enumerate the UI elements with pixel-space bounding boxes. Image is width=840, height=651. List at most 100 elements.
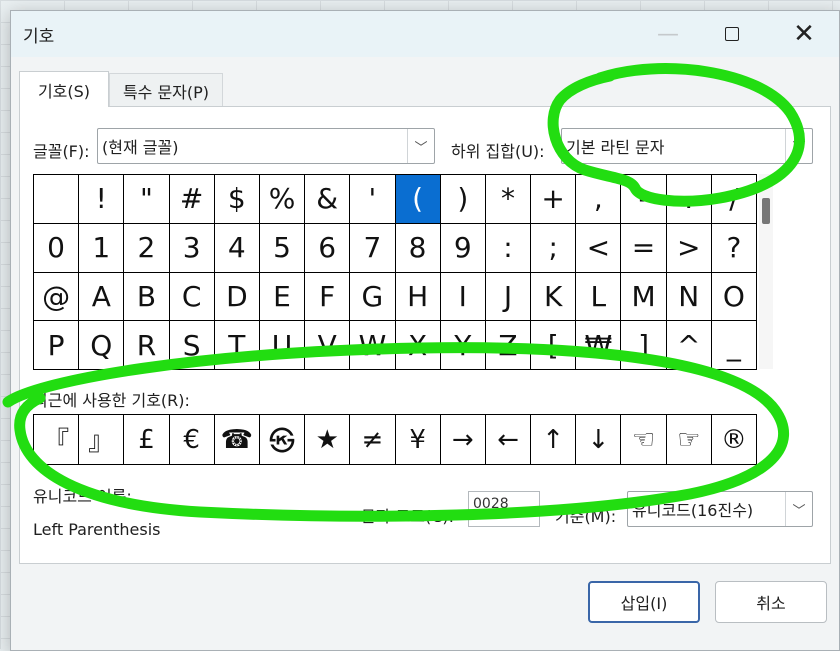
symbol-cell[interactable]: H <box>395 272 441 322</box>
recent-symbol-cell[interactable]: € <box>169 415 215 465</box>
subset-select[interactable]: 기본 라틴 문자 ﹀ <box>561 128 813 164</box>
symbol-cell[interactable]: V <box>305 321 351 370</box>
recent-symbol-cell[interactable]: ↑ <box>531 415 577 465</box>
symbol-cell[interactable]: L <box>576 272 622 322</box>
symbol-cell[interactable]: G <box>350 272 396 322</box>
symbol-cell[interactable]: K <box>531 272 577 322</box>
symbol-cell[interactable]: ! <box>79 175 125 224</box>
tab-special-characters[interactable]: 특수 문자(P) <box>109 73 223 107</box>
symbol-cell[interactable]: Y <box>440 321 486 370</box>
symbol-cell[interactable]: @ <box>34 272 80 322</box>
symbol-cell[interactable]: = <box>621 223 667 273</box>
recent-symbol-cell[interactable]: → <box>440 415 486 465</box>
recent-symbols-grid: 『』 £ € ☎ ㉿ ★ ≠ ¥ → ← ↑ ↓ ☜ ☞ ® <box>33 414 757 465</box>
symbol-cell[interactable]: ? <box>711 223 757 273</box>
symbol-cell[interactable]: % <box>259 175 306 224</box>
basis-select[interactable]: 유니코드(16진수) ﹀ <box>627 491 813 527</box>
recent-symbol-cell[interactable]: ≠ <box>350 415 396 465</box>
symbol-cell[interactable]: P <box>34 321 80 370</box>
symbol-cell[interactable]: R <box>124 321 170 370</box>
symbol-cell[interactable]: ^ <box>666 321 712 370</box>
symbol-cell[interactable]: U <box>259 321 306 370</box>
symbol-cell[interactable]: O <box>711 272 757 322</box>
symbol-cell[interactable]: J <box>485 272 532 322</box>
symbol-cell[interactable]: + <box>531 175 577 224</box>
recent-symbol-cell[interactable]: ☜ <box>621 415 667 465</box>
symbol-cell[interactable]: A <box>79 272 125 322</box>
symbol-cell[interactable]: F <box>305 272 351 322</box>
symbol-cell[interactable] <box>34 175 80 224</box>
symbol-cell[interactable]: ] <box>621 321 667 370</box>
recent-symbol-cell[interactable]: ☞ <box>666 415 712 465</box>
symbol-cell[interactable]: 6 <box>305 223 351 273</box>
symbol-cell[interactable]: * <box>485 175 532 224</box>
cancel-button[interactable]: 취소 <box>715 581 827 623</box>
symbol-cell[interactable]: ; <box>531 223 577 273</box>
close-button[interactable]: ✕ <box>773 11 835 57</box>
recent-symbol-cell[interactable]: 『 <box>34 415 80 465</box>
symbol-cell[interactable]: T <box>214 321 260 370</box>
symbol-cell[interactable]: - <box>621 175 667 224</box>
symbol-grid-scrollbar[interactable] <box>759 174 773 369</box>
symbol-cell[interactable]: > <box>666 223 712 273</box>
symbol-cell[interactable]: ₩ <box>576 321 622 370</box>
symbol-cell[interactable]: X <box>395 321 441 370</box>
symbol-dialog: 기호 — ✕ 기호(S) 특수 문자(P) 글꼴(F): (현재 글꼴) ﹀ 하… <box>10 10 840 651</box>
symbol-cell[interactable]: 1 <box>79 223 125 273</box>
symbol-cell[interactable]: M <box>621 272 667 322</box>
scrollbar-thumb[interactable] <box>762 198 770 224</box>
maximize-button[interactable] <box>701 11 763 57</box>
symbol-cell[interactable]: _ <box>711 321 757 370</box>
symbol-cell[interactable]: W <box>350 321 396 370</box>
symbol-cell[interactable]: 7 <box>350 223 396 273</box>
symbol-cell-selected[interactable]: ( <box>395 175 441 224</box>
symbol-cell[interactable]: D <box>214 272 260 322</box>
insert-button[interactable]: 삽입(I) <box>588 581 700 623</box>
symbol-cell[interactable]: ' <box>350 175 396 224</box>
unicode-name-value: Left Parenthesis <box>33 520 161 539</box>
symbol-cell[interactable]: # <box>169 175 215 224</box>
symbol-cell[interactable]: 3 <box>169 223 215 273</box>
symbol-cell[interactable]: 2 <box>124 223 170 273</box>
symbol-cell[interactable]: < <box>576 223 622 273</box>
unicode-name-label: 유니코드 이름: <box>33 487 132 506</box>
symbol-cell[interactable]: Z <box>485 321 532 370</box>
symbol-cell[interactable]: / <box>711 175 757 224</box>
recent-symbol-cell[interactable]: ★ <box>305 415 351 465</box>
symbol-cell[interactable]: 0 <box>34 223 80 273</box>
symbol-cell[interactable]: Q <box>79 321 125 370</box>
subset-select-value: 기본 라틴 문자 <box>566 138 665 157</box>
recent-symbol-cell[interactable]: 』 <box>79 415 125 465</box>
symbol-cell[interactable]: " <box>124 175 170 224</box>
symbol-cell[interactable]: $ <box>214 175 260 224</box>
recent-symbol-cell[interactable]: ¥ <box>395 415 441 465</box>
symbol-cell[interactable]: 8 <box>395 223 441 273</box>
recent-symbol-cell[interactable]: ® <box>711 415 757 465</box>
recent-symbol-cell[interactable]: ← <box>485 415 532 465</box>
symbol-cell[interactable]: : <box>485 223 532 273</box>
recent-symbol-cell[interactable]: £ <box>124 415 170 465</box>
symbol-cell[interactable]: I <box>440 272 486 322</box>
font-select[interactable]: (현재 글꼴) ﹀ <box>97 128 435 164</box>
symbol-cell[interactable]: E <box>259 272 306 322</box>
recent-symbols-label: 최근에 사용한 기호(R): <box>33 391 190 410</box>
symbol-cell[interactable]: ) <box>440 175 486 224</box>
symbol-cell[interactable]: 9 <box>440 223 486 273</box>
symbol-cell[interactable]: & <box>305 175 351 224</box>
symbol-cell[interactable]: N <box>666 272 712 322</box>
chevron-down-icon: ﹀ <box>785 129 812 163</box>
symbol-cell[interactable]: 4 <box>214 223 260 273</box>
char-code-input[interactable]: 0028 <box>468 491 540 527</box>
recent-symbol-cell[interactable]: ↓ <box>576 415 622 465</box>
tab-symbols[interactable]: 기호(S) <box>19 71 109 107</box>
symbol-cell[interactable]: B <box>124 272 170 322</box>
title-bar[interactable]: 기호 — ✕ <box>11 11 839 57</box>
recent-symbol-cell[interactable]: ㉿ <box>259 415 306 465</box>
symbol-cell[interactable]: . <box>666 175 712 224</box>
symbol-cell[interactable]: C <box>169 272 215 322</box>
recent-symbol-cell[interactable]: ☎ <box>214 415 260 465</box>
symbol-cell[interactable]: [ <box>531 321 577 370</box>
symbol-cell[interactable]: 5 <box>259 223 306 273</box>
symbol-cell[interactable]: S <box>169 321 215 370</box>
symbol-cell[interactable]: , <box>576 175 622 224</box>
